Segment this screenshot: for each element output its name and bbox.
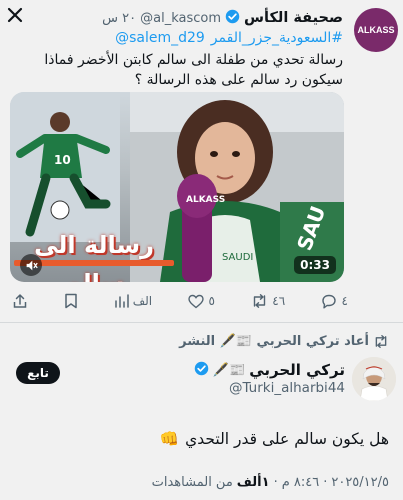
verified-icon [225, 9, 240, 28]
author-name-row: تركي الحربي 📰🖋️ [194, 360, 345, 380]
share-icon[interactable] [12, 293, 28, 309]
author-handle[interactable]: @Turki_alharbi44 [229, 380, 345, 396]
avatar-image [352, 357, 396, 401]
like-count[interactable]: ٥ [188, 294, 215, 309]
hashtag-link[interactable]: #السعودية_جزر_القمر [211, 30, 343, 46]
author-emoji: 📰🖋️ [212, 362, 246, 378]
follow-button[interactable]: تابع [16, 362, 60, 384]
quoted-action-bar: الف ٥ ٤٦ ٤ [12, 290, 348, 312]
quoted-header: صحيفة الكأس @al_kascom ٢٠ س [102, 8, 343, 28]
svg-text:SAUDI: SAUDI [222, 252, 253, 263]
video-duration: 0:33 [294, 256, 336, 274]
quoted-avatar[interactable]: ALKASS [354, 8, 398, 52]
verified-icon [194, 361, 209, 380]
author-avatar[interactable] [352, 357, 396, 401]
meta-separator: · [323, 474, 328, 490]
meta-separator: · [273, 474, 278, 490]
views-count[interactable]: الف [114, 294, 153, 308]
repost-count[interactable]: ٤٦ [251, 294, 285, 308]
views-icon [114, 294, 129, 308]
quoted-text: رسالة تحدي من طفلة الى سالم كابتن الأخضر… [44, 52, 343, 88]
tweet-text: هل يكون سالم على قدر التحدي [185, 430, 389, 448]
tweet-views-label: من المشاهدات [151, 474, 233, 490]
player-image: 10 [10, 92, 120, 242]
repost-banner-text: أعاد تركي الحربي 📰🖋️ النشر [179, 333, 369, 349]
tweet-text-row: هل يكون سالم على قدر التحدي 👊 [160, 426, 389, 452]
tweet-time: ٨:٤٦ م [281, 474, 320, 490]
section-divider [0, 322, 403, 323]
bookmark-icon[interactable] [64, 293, 78, 309]
views-label: الف [132, 294, 153, 308]
quoted-hashtags: #السعودية_جزر_القمر @salem_d29 [13, 30, 343, 46]
reply-icon [322, 294, 337, 308]
avatar-logo-text: ALKASS [357, 25, 395, 35]
repost-icon [375, 334, 387, 348]
jersey-number: 10 [54, 153, 71, 167]
quoted-display-name[interactable]: صحيفة الكأس [244, 10, 343, 26]
author-display-name[interactable]: تركي الحربي [249, 361, 345, 379]
like-icon [188, 294, 205, 308]
mention-link[interactable]: @salem_d29 [115, 30, 205, 46]
tweet-date: ٢٠٢٥/١٢/٥ [331, 474, 389, 490]
reply-count[interactable]: ٤ [321, 294, 348, 309]
quoted-handle[interactable]: @al_kascom [140, 11, 221, 26]
tweet-views-count[interactable]: ١ألف [237, 475, 270, 490]
fist-emoji: 👊 [159, 430, 180, 448]
repost-icon [254, 294, 266, 308]
repost-label: ٤٦ [272, 294, 286, 308]
reply-label: ٤ [341, 294, 348, 308]
mic-logo: ALKASS [186, 195, 225, 205]
video-thumbnail[interactable]: SAUDI SAU ALKASS 10 رسالة الى سالم 0:33 [10, 92, 344, 282]
repost-banner[interactable]: أعاد تركي الحربي 📰🖋️ النشر [179, 331, 389, 351]
mute-icon[interactable] [20, 254, 42, 276]
quoted-time: ٢٠ س [102, 10, 137, 26]
quoted-tweet-card[interactable]: ALKASS صحيفة الكأس @al_kascom ٢٠ س #السع… [4, 0, 399, 322]
tweet-meta: ٢٠٢٥/١٢/٥ · ٨:٤٦ م · ١ألف من المشاهدات [152, 472, 389, 492]
like-label: ٥ [208, 294, 215, 308]
